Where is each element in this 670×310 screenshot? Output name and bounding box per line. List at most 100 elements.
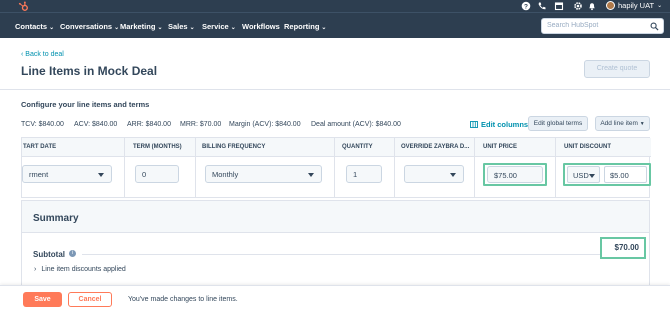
unit-price-value: $75.00 [494, 171, 517, 180]
discount-value: $5.00 [610, 171, 629, 180]
column-header-start-date[interactable]: TART DATE [23, 144, 56, 150]
table-header-row: TART DATE TERM (MONTHS) BILLING FREQUENC… [22, 138, 651, 157]
chevron-down-icon: ⌄ [49, 25, 55, 31]
caret-down-icon [450, 173, 456, 177]
override-dropdown[interactable] [404, 165, 464, 183]
term-value: 0 [142, 170, 147, 179]
nav-item-contacts[interactable]: Contacts ⌄ [15, 22, 54, 31]
caret-down-icon [589, 174, 595, 178]
account-menu[interactable]: hapily UAT ⌄ [606, 1, 662, 10]
add-line-item-button[interactable]: Add line item ▼ [595, 116, 650, 131]
metric-deal-amount-acv: Deal amount (ACV): $840.00 [311, 121, 401, 128]
unsaved-changes-message: You've made changes to line items. [128, 296, 238, 303]
nav-item-sales[interactable]: Sales ⌄ [168, 22, 195, 31]
billing-frequency-dropdown[interactable]: Monthly [205, 165, 322, 183]
create-quote-button[interactable]: Create quote [584, 60, 650, 78]
start-date-dropdown[interactable]: rment [22, 165, 112, 183]
chevron-down-icon: ⌄ [657, 3, 663, 9]
column-divider [394, 138, 395, 197]
column-header-unit-price[interactable]: UNIT PRICE [483, 144, 517, 150]
back-to-deal-link[interactable]: ‹ Back to deal [21, 51, 64, 58]
notifications-icon[interactable] [587, 1, 597, 11]
nav-item-reporting[interactable]: Reporting ⌄ [284, 22, 326, 31]
summary-card: Summary Subtotal i $70.00 › Line item dis… [21, 200, 650, 291]
discounts-label: Line item discounts applied [41, 266, 126, 273]
metric-arr: ARR: $840.00 [127, 121, 171, 128]
settings-icon[interactable] [573, 1, 583, 11]
cancel-button[interactable]: Cancel [68, 292, 112, 307]
metric-acv: ACV: $840.00 [74, 121, 118, 128]
nav-label: Service [202, 22, 229, 31]
column-header-term[interactable]: TERM (MONTHS) [133, 144, 182, 150]
edit-columns-button[interactable]: Edit columns [470, 120, 528, 129]
main-navigation: Contacts ⌄ Conversations ⌄ Marketing ⌄ Sale… [0, 12, 670, 38]
nav-label: Reporting [284, 22, 320, 31]
nav-item-workflows[interactable]: Workflows [242, 22, 280, 31]
column-header-unit-discount[interactable]: UNIT DISCOUNT [564, 144, 611, 150]
hubspot-logo-icon[interactable] [18, 1, 29, 12]
avatar [606, 1, 615, 10]
global-top-bar: ? hapily UAT ⌄ [0, 0, 670, 12]
search-input[interactable] [547, 22, 647, 29]
nav-label: Conversations [60, 22, 113, 31]
line-items-panel: Configure your line items and terms TCV:… [0, 90, 670, 291]
metric-tcv: TCV: $840.00 [21, 121, 64, 128]
subtotal-value: $70.00 [600, 237, 646, 259]
nav-label: Contacts [15, 22, 48, 31]
column-divider [195, 138, 196, 197]
caret-down-icon [308, 173, 314, 177]
metric-mrr: MRR: $70.00 [180, 121, 222, 128]
discount-currency-dropdown[interactable]: USD [567, 166, 600, 183]
discount-currency-value: USD [573, 171, 589, 180]
chevron-down-icon: ⌄ [230, 25, 236, 31]
edit-global-terms-button[interactable]: Edit global terms [528, 116, 588, 131]
summary-body: Subtotal i $70.00 › Line item discounts a… [22, 232, 649, 291]
column-header-override[interactable]: OVERRIDE ZAYBRA D... [401, 144, 469, 150]
page-title: Line Items in Mock Deal [21, 64, 158, 78]
column-header-billing-frequency[interactable]: BILLING FREQUENCY [202, 144, 265, 150]
chevron-down-icon: ⌄ [114, 25, 120, 31]
nav-label: Sales [168, 22, 188, 31]
marketplace-icon[interactable] [554, 1, 564, 11]
line-items-table: TART DATE TERM (MONTHS) BILLING FREQUENC… [21, 137, 651, 198]
info-icon[interactable]: i [69, 250, 76, 257]
unsaved-changes-footer: Save Cancel You've made changes to line … [0, 285, 670, 310]
line-item-discounts-toggle[interactable]: › Line item discounts applied [34, 266, 126, 273]
caret-down-icon: ▼ [639, 121, 645, 127]
column-divider [124, 138, 125, 197]
account-name: hapily UAT [618, 1, 655, 10]
column-divider [555, 138, 556, 197]
start-date-value: rment [29, 170, 49, 179]
save-button[interactable]: Save [23, 292, 62, 307]
nav-item-service[interactable]: Service ⌄ [202, 22, 236, 31]
chevron-right-icon: › [34, 266, 37, 273]
summary-title: Summary [33, 213, 79, 224]
global-search[interactable] [541, 18, 664, 34]
nav-item-marketing[interactable]: Marketing ⌄ [120, 22, 162, 31]
columns-icon [470, 121, 478, 128]
unit-price-input[interactable]: $75.00 [487, 166, 543, 183]
nav-label: Workflows [242, 22, 280, 31]
svg-text:?: ? [524, 3, 528, 10]
add-line-item-label: Add line item [600, 120, 638, 127]
column-header-quantity[interactable]: QUANTITY [342, 144, 373, 150]
column-divider [474, 138, 475, 197]
quantity-input[interactable]: 1 [346, 165, 382, 183]
calling-icon[interactable] [537, 1, 547, 11]
nav-label: Marketing [120, 22, 156, 31]
caret-down-icon [98, 173, 104, 177]
edit-columns-label: Edit columns [481, 120, 529, 129]
subtotal-divider [82, 254, 602, 255]
discount-value-input[interactable]: $5.00 [604, 166, 647, 183]
column-divider [334, 138, 335, 197]
chevron-down-icon: ⌄ [157, 25, 163, 31]
chevron-down-icon: ⌄ [189, 25, 195, 31]
chevron-left-icon: ‹ [21, 51, 24, 58]
help-icon[interactable]: ? [521, 1, 531, 11]
back-link-label: Back to deal [25, 51, 64, 58]
nav-item-conversations[interactable]: Conversations ⌄ [60, 22, 119, 31]
search-icon[interactable] [650, 22, 659, 31]
term-input[interactable]: 0 [135, 165, 179, 183]
chevron-down-icon: ⌄ [321, 25, 327, 31]
subtotal-label: Subtotal [33, 250, 65, 259]
